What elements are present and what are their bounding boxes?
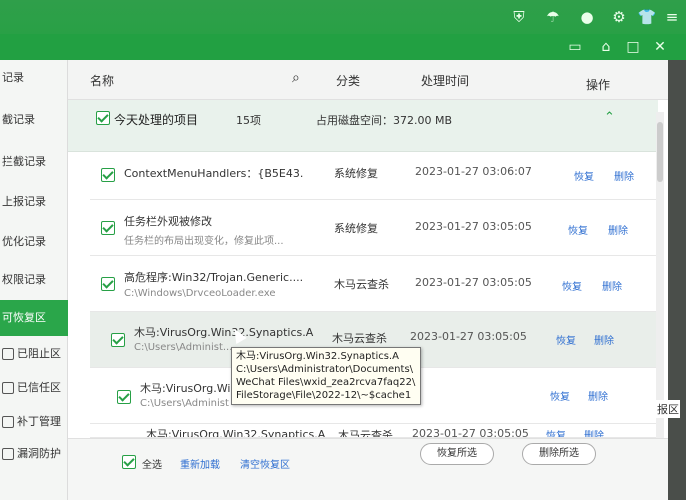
restore-link[interactable]: 恢复 <box>550 388 570 403</box>
group-checkbox[interactable] <box>96 111 110 125</box>
tooltip-line: WeChat Files\wxid_zea2rcva7faq22\ <box>236 377 416 388</box>
delete-selected-button[interactable]: 删除所选 <box>522 443 596 465</box>
row-title: 任务栏外观被修改 <box>124 215 212 228</box>
restore-link[interactable]: 恢复 <box>556 332 576 347</box>
column-name[interactable]: 名称 <box>90 72 114 89</box>
delete-link[interactable]: 删除 <box>602 278 622 293</box>
patch-icon <box>2 416 14 428</box>
clear-recovery-link[interactable]: 清空恢复区 <box>240 456 290 471</box>
row-title: 木马:VirusOrg.Win3 <box>140 382 235 395</box>
restore-selected-button[interactable]: 恢复所选 <box>420 443 494 465</box>
tooltip-line: 木马:VirusOrg.Win32.Synaptics.A <box>236 351 399 362</box>
scrollbar[interactable] <box>656 112 664 442</box>
row-time: 2023-01-27 03:05:05 <box>410 330 527 343</box>
delete-link[interactable]: 删除 <box>584 427 604 437</box>
row-checkbox[interactable] <box>101 277 115 291</box>
sidebar-item-block[interactable]: 拦截记录 <box>0 144 68 180</box>
group-count: 15项 <box>236 114 261 127</box>
close-icon[interactable]: ✕ <box>650 37 670 57</box>
row-title: ContextMenuHandlers：{B5E43... <box>124 167 304 180</box>
feedback-icon[interactable]: ▭ <box>565 37 585 57</box>
group-disk-usage: 占用磁盘空间：372.00 MB <box>316 114 453 127</box>
path-tooltip: 木马:VirusOrg.Win32.Synaptics.A C:\Users\A… <box>231 347 421 405</box>
table-row[interactable]: ContextMenuHandlers：{B5E43... 系统修复 2023-… <box>90 152 656 200</box>
trust-icon <box>2 382 14 394</box>
main-panel: 名称 ⌕ 分类 处理时间 操作 今天处理的项目 15项 占用磁盘空间：372.0… <box>68 60 668 500</box>
row-checkbox[interactable] <box>117 390 131 404</box>
reload-link[interactable]: 重新加载 <box>180 456 220 471</box>
row-category: 系统修复 <box>334 222 378 235</box>
tooltip-line: C:\Users\Administrator\Documents\ <box>236 364 414 375</box>
row-category: 木马云查杀 <box>338 429 393 438</box>
sidebar-item-optimize[interactable]: 优化记录 <box>0 224 68 260</box>
restore-link[interactable]: 恢复 <box>546 427 566 437</box>
row-time: 2023-01-27 03:05:05 <box>415 220 532 233</box>
maximize-icon[interactable]: □ <box>623 37 643 57</box>
row-path: C:\Users\Administ... <box>134 342 233 353</box>
shirt-icon[interactable]: ⌂ <box>596 37 616 57</box>
block-icon <box>2 348 14 360</box>
delete-link[interactable]: 删除 <box>594 332 614 347</box>
menu-icon[interactable]: ≡ <box>662 7 682 27</box>
shirt-icon[interactable]: 👕 <box>637 7 657 27</box>
row-category: 木马云查杀 <box>332 332 387 345</box>
row-description: 任务栏的布局出现变化，修复此项... <box>124 236 284 247</box>
restore-link[interactable]: 恢复 <box>562 278 582 293</box>
select-all-label[interactable]: 全选 <box>142 456 162 471</box>
row-checkbox[interactable] <box>111 333 125 347</box>
shield-icon[interactable]: ⛨ <box>509 7 529 27</box>
sidebar-item-records[interactable]: 记录 <box>0 60 68 96</box>
table-header: 名称 ⌕ 分类 处理时间 操作 <box>68 60 668 100</box>
row-title: 高危程序:Win32/Trojan.Generic.... <box>124 271 304 284</box>
sidebar-item-patch[interactable]: 补丁管理 <box>0 404 68 440</box>
row-category: 木马云查杀 <box>334 278 389 291</box>
row-checkbox[interactable] <box>101 221 115 235</box>
delete-link[interactable]: 删除 <box>614 168 634 183</box>
row-checkbox[interactable] <box>101 168 115 182</box>
select-all-checkbox[interactable] <box>122 455 136 469</box>
sidebar-item-intercept[interactable]: 截记录 <box>0 102 68 138</box>
delete-link[interactable]: 删除 <box>608 222 628 237</box>
scrollbar-thumb[interactable] <box>657 122 663 182</box>
top-toolbar: ⛨ ☂ ● ⚙ 👕 ≡ <box>0 0 686 34</box>
tooltip-line: FileStorage\File\2022-12\~$cache1 <box>236 390 412 401</box>
sidebar: 记录 截记录 拦截记录 上报记录 优化记录 权限记录 可恢复区 已阻止区 已信任… <box>0 60 68 500</box>
table-row[interactable]: 高危程序:Win32/Trojan.Generic.... C:\Windows… <box>90 256 656 312</box>
column-action: 操作 <box>586 78 611 92</box>
group-title: 今天处理的项目 <box>114 113 199 127</box>
row-title: 木马:VirusOrg.Win32.Synaptics.A <box>134 326 314 339</box>
row-time: 2023-01-27 03:05:05 <box>412 427 529 438</box>
chevron-up-icon[interactable]: ⌃ <box>604 110 615 125</box>
row-time: 2023-01-27 03:05:05 <box>415 276 532 289</box>
row-path: C:\Users\Administ <box>140 398 229 409</box>
sidebar-item-blocked[interactable]: 已阻止区 <box>0 336 68 372</box>
sidebar-item-trusted[interactable]: 已信任区 <box>0 370 68 406</box>
column-category[interactable]: 分类 <box>336 72 360 89</box>
table-row[interactable]: 木马:VirusOrg.Win32.Synaptics.A 木马云查杀 2023… <box>90 424 656 438</box>
delete-link[interactable]: 删除 <box>588 388 608 403</box>
sidebar-item-recoverable[interactable]: 可恢复区 <box>0 300 68 336</box>
restore-link[interactable]: 恢复 <box>568 222 588 237</box>
group-today[interactable]: 今天处理的项目 15项 占用磁盘空间：372.00 MB ⌃ <box>68 100 658 152</box>
restore-link[interactable]: 恢复 <box>574 168 594 183</box>
sidebar-item-report[interactable]: 上报记录 <box>0 184 68 220</box>
gear-icon[interactable]: ⚙ <box>609 7 629 27</box>
row-time: 2023-01-27 03:06:07 <box>415 165 532 178</box>
sidebar-item-vuln[interactable]: 漏洞防护 <box>0 436 68 472</box>
sidebar-item-permission[interactable]: 权限记录 <box>0 262 68 298</box>
window-titlebar: ▭ ⌂ □ ✕ <box>0 34 686 60</box>
column-time[interactable]: 处理时间 <box>421 72 469 89</box>
row-category: 系统修复 <box>334 167 378 180</box>
right-label-fragment: 报区 <box>656 400 680 418</box>
row-path: C:\Windows\DrvceoLoader.exe <box>124 288 276 299</box>
vuln-icon <box>2 448 14 460</box>
footer-bar: 全选 重新加载 清空恢复区 恢复所选 删除所选 <box>68 438 668 500</box>
row-title: 木马:VirusOrg.Win32.Synaptics.A <box>146 428 326 438</box>
avatar[interactable]: ● <box>577 7 597 27</box>
background-strip: 报区 <box>656 60 686 500</box>
umbrella-icon[interactable]: ☂ <box>543 7 563 27</box>
table-row[interactable]: 任务栏外观被修改 任务栏的布局出现变化，修复此项... 系统修复 2023-01… <box>90 200 656 256</box>
search-icon[interactable]: ⌕ <box>292 70 300 86</box>
